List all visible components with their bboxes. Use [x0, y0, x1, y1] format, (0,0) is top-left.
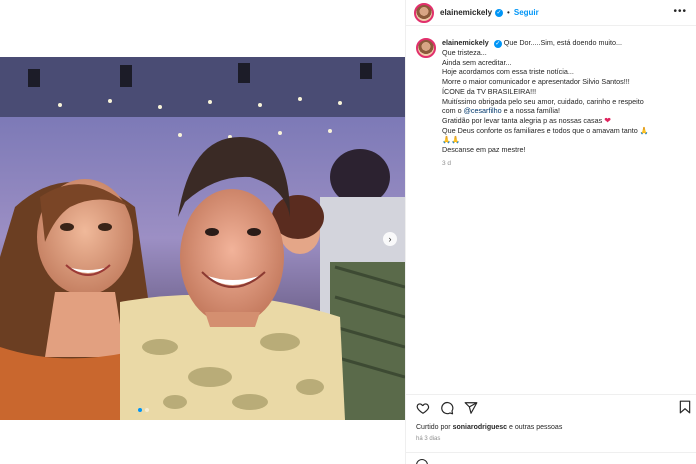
liked-by: Curtido por soniarodriguesc e outras pes…: [416, 424, 562, 431]
next-photo-button[interactable]: ›: [383, 232, 397, 246]
caption-line: Hoje acordamos com essa triste notícia..…: [442, 67, 574, 77]
caption-text: elainemickely ✓ Que Dor.....Sim, está do…: [442, 38, 649, 168]
more-options-icon[interactable]: •••: [673, 6, 687, 17]
post-side-panel: elainemickely ✓ • Seguir ••• elainemicke…: [405, 0, 696, 464]
pray-emoji-icon: 🙏: [639, 125, 649, 135]
post-photo[interactable]: [0, 57, 405, 420]
comment-bar: [406, 452, 696, 464]
heart-icon[interactable]: [416, 401, 430, 415]
carousel-dots: [138, 408, 149, 412]
bookmark-icon[interactable]: [679, 400, 691, 414]
header-separator: •: [507, 8, 510, 17]
post-photo-image: [0, 57, 405, 420]
caption-line: Que Deus conforte os familiares e todos …: [442, 125, 638, 135]
photo-pane: ›: [0, 0, 405, 464]
posted-time: há 3 dias: [416, 436, 441, 442]
post-header: elainemickely ✓ • Seguir •••: [406, 0, 696, 26]
verified-badge-icon: ✓: [495, 8, 504, 17]
caption-line: Que Dor.....Sim, está doendo muito...: [503, 38, 623, 47]
liked-prefix: Curtido por: [416, 424, 451, 431]
caption-avatar[interactable]: [416, 38, 436, 58]
caption-line: Gratidão por levar tanta alegria p as no…: [442, 115, 603, 125]
caption-line: Ainda sem acreditar...: [442, 57, 512, 67]
caption-line: Muitíssimo obrigada pelo seu amor, cuida…: [442, 96, 644, 106]
follow-button[interactable]: Seguir: [514, 8, 539, 17]
verified-badge-icon: ✓: [493, 40, 502, 48]
caption-line: 🙏🙏: [442, 135, 460, 145]
liked-suffix[interactable]: e outras pessoas: [509, 424, 562, 431]
heart-emoji-icon: ❤: [604, 115, 611, 125]
caption-line: Morre o maior comunicador e apresentador…: [442, 77, 630, 87]
actions-divider: [406, 394, 696, 395]
carousel-dot: [145, 408, 149, 412]
liked-user-link[interactable]: soniarodriguesc: [453, 424, 507, 431]
caption-line: com o: [442, 106, 462, 116]
carousel-dot: [138, 408, 142, 412]
author-username[interactable]: elainemickely: [440, 8, 492, 17]
action-bar: [416, 400, 691, 416]
caption-line: Descanse em paz mestre!: [442, 145, 526, 155]
emoji-icon[interactable]: [416, 459, 428, 464]
caption-username[interactable]: elainemickely: [442, 38, 489, 47]
mention-link[interactable]: @cesarfilho: [464, 106, 502, 115]
caption-line: ÍCONE da TV BRASILEIRA!!!: [442, 86, 537, 96]
caption-time[interactable]: 3 d: [442, 159, 649, 169]
caption-line: e a nossa família!: [503, 106, 560, 116]
author-avatar[interactable]: [414, 2, 434, 23]
share-icon[interactable]: [464, 401, 478, 415]
caption-block: elainemickely ✓ Que Dor.....Sim, está do…: [416, 38, 691, 168]
comment-icon[interactable]: [440, 401, 454, 415]
caption-line: Que tristeza...: [442, 48, 487, 57]
